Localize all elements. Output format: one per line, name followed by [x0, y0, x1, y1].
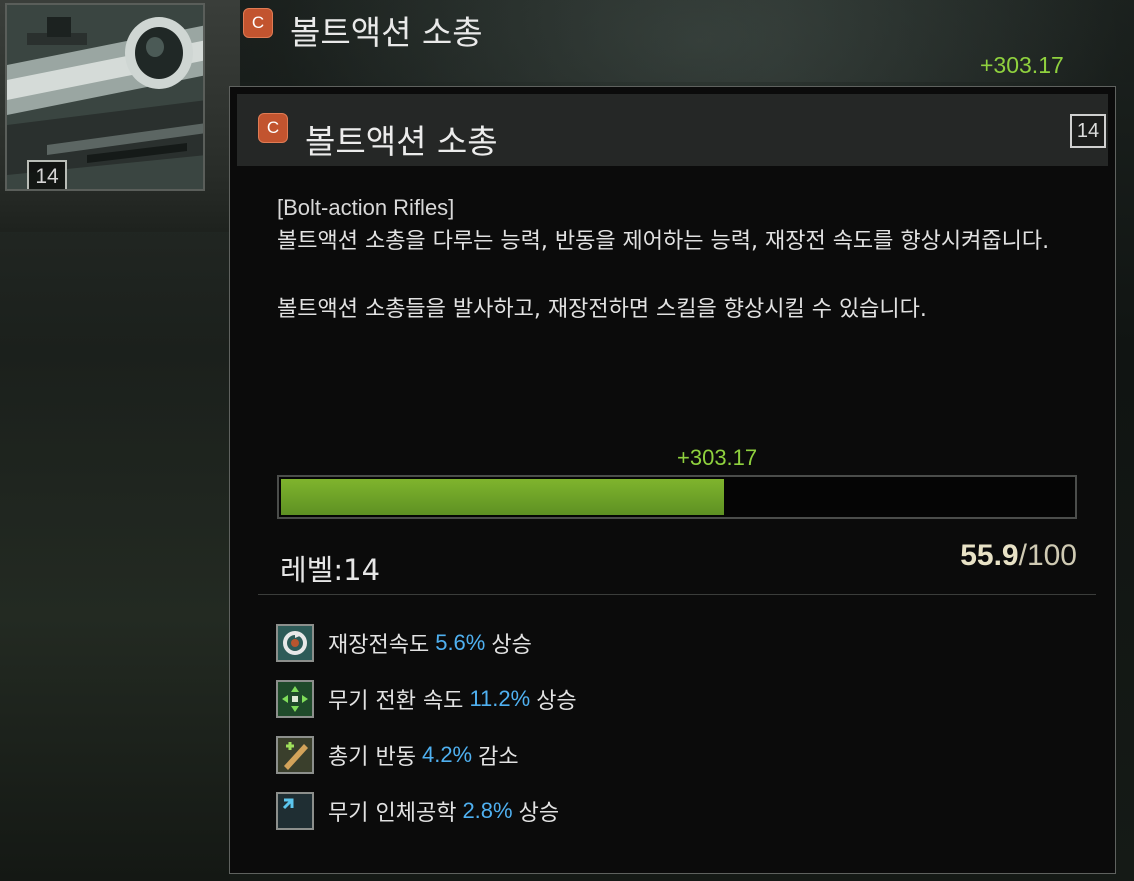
bonus-item: 총기 반동 4.2% 감소 — [276, 736, 577, 774]
skill-grade-badge: C — [243, 8, 273, 38]
bonus-effect: 상승 — [491, 633, 532, 658]
progress-value: 55.9/100 — [960, 539, 1077, 573]
description-paragraph-1: 볼트액션 소총을 다루는 능력, 반동을 제어하는 능력, 재장전 속도를 향상… — [277, 229, 1050, 254]
ergonomics-icon — [276, 792, 314, 830]
skill-xp-gain: +303.17 — [980, 52, 1064, 78]
recoil-icon — [276, 736, 314, 774]
bonus-value: 5.6% — [435, 630, 486, 655]
level-label: 레벨:14 — [280, 553, 381, 587]
description-paragraph-2: 볼트액션 소총들을 발사하고, 재장전하면 스킬을 향상시킬 수 있습니다. — [277, 297, 927, 322]
bonus-item: 재장전속도 5.6% 상승 — [276, 624, 577, 662]
tooltip-description: [Bolt-action Rifles] 볼트액션 소총을 다루는 능력, 반동… — [277, 191, 1097, 327]
bolt-action-rifle-skill-icon[interactable]: 14 — [5, 3, 205, 191]
bonus-value: 4.2% — [421, 742, 473, 767]
bonus-item: 무기 인체공학 2.8% 상승 — [276, 792, 577, 830]
tooltip-xp-gain: +303.17 — [677, 445, 758, 470]
bonus-label: 재장전속도 — [328, 633, 430, 658]
bonus-effect: 감소 — [478, 745, 519, 770]
weapon-switch-icon — [276, 680, 314, 718]
tooltip-level-badge: 14 — [1070, 114, 1106, 148]
progress-current: 55.9 — [960, 539, 1019, 572]
bonus-value: 2.8% — [462, 798, 513, 823]
bonus-value: 11.2% — [469, 686, 531, 711]
bonus-effect: 상승 — [536, 689, 577, 714]
tooltip-title: 볼트액션 소총 — [305, 122, 498, 161]
reload-speed-icon — [276, 624, 314, 662]
tooltip-subtitle: [Bolt-action Rifles] — [277, 195, 455, 220]
skill-progress-fill — [281, 479, 724, 515]
tooltip-divider — [258, 594, 1096, 595]
skill-tooltip: C 볼트액션 소총 14 [Bolt-action Rifles] 볼트액션 소… — [229, 86, 1116, 874]
skill-bonus-list: 재장전속도 5.6% 상승 무기 전환 속도 11.2% 상승 총기 반동 4.… — [276, 624, 577, 848]
tooltip-grade-badge: C — [258, 113, 288, 143]
bonus-label: 총기 반동 — [328, 745, 416, 770]
progress-max: 100 — [1026, 539, 1077, 572]
skill-level-badge: 14 — [27, 160, 67, 189]
skills-screen: 14 C 볼트액션 소총 +303.17 C 볼트액션 소총 14 [Bolt-… — [0, 0, 1134, 881]
skill-progress-bar — [277, 475, 1077, 519]
bonus-effect: 상승 — [518, 801, 560, 826]
bonus-label: 무기 인체공학 — [328, 801, 457, 826]
bonus-label: 무기 전환 속도 — [328, 689, 464, 714]
bonus-item: 무기 전환 속도 11.2% 상승 — [276, 680, 577, 718]
skill-name: 볼트액션 소총 — [290, 13, 483, 52]
progress-separator: / — [1018, 539, 1027, 572]
